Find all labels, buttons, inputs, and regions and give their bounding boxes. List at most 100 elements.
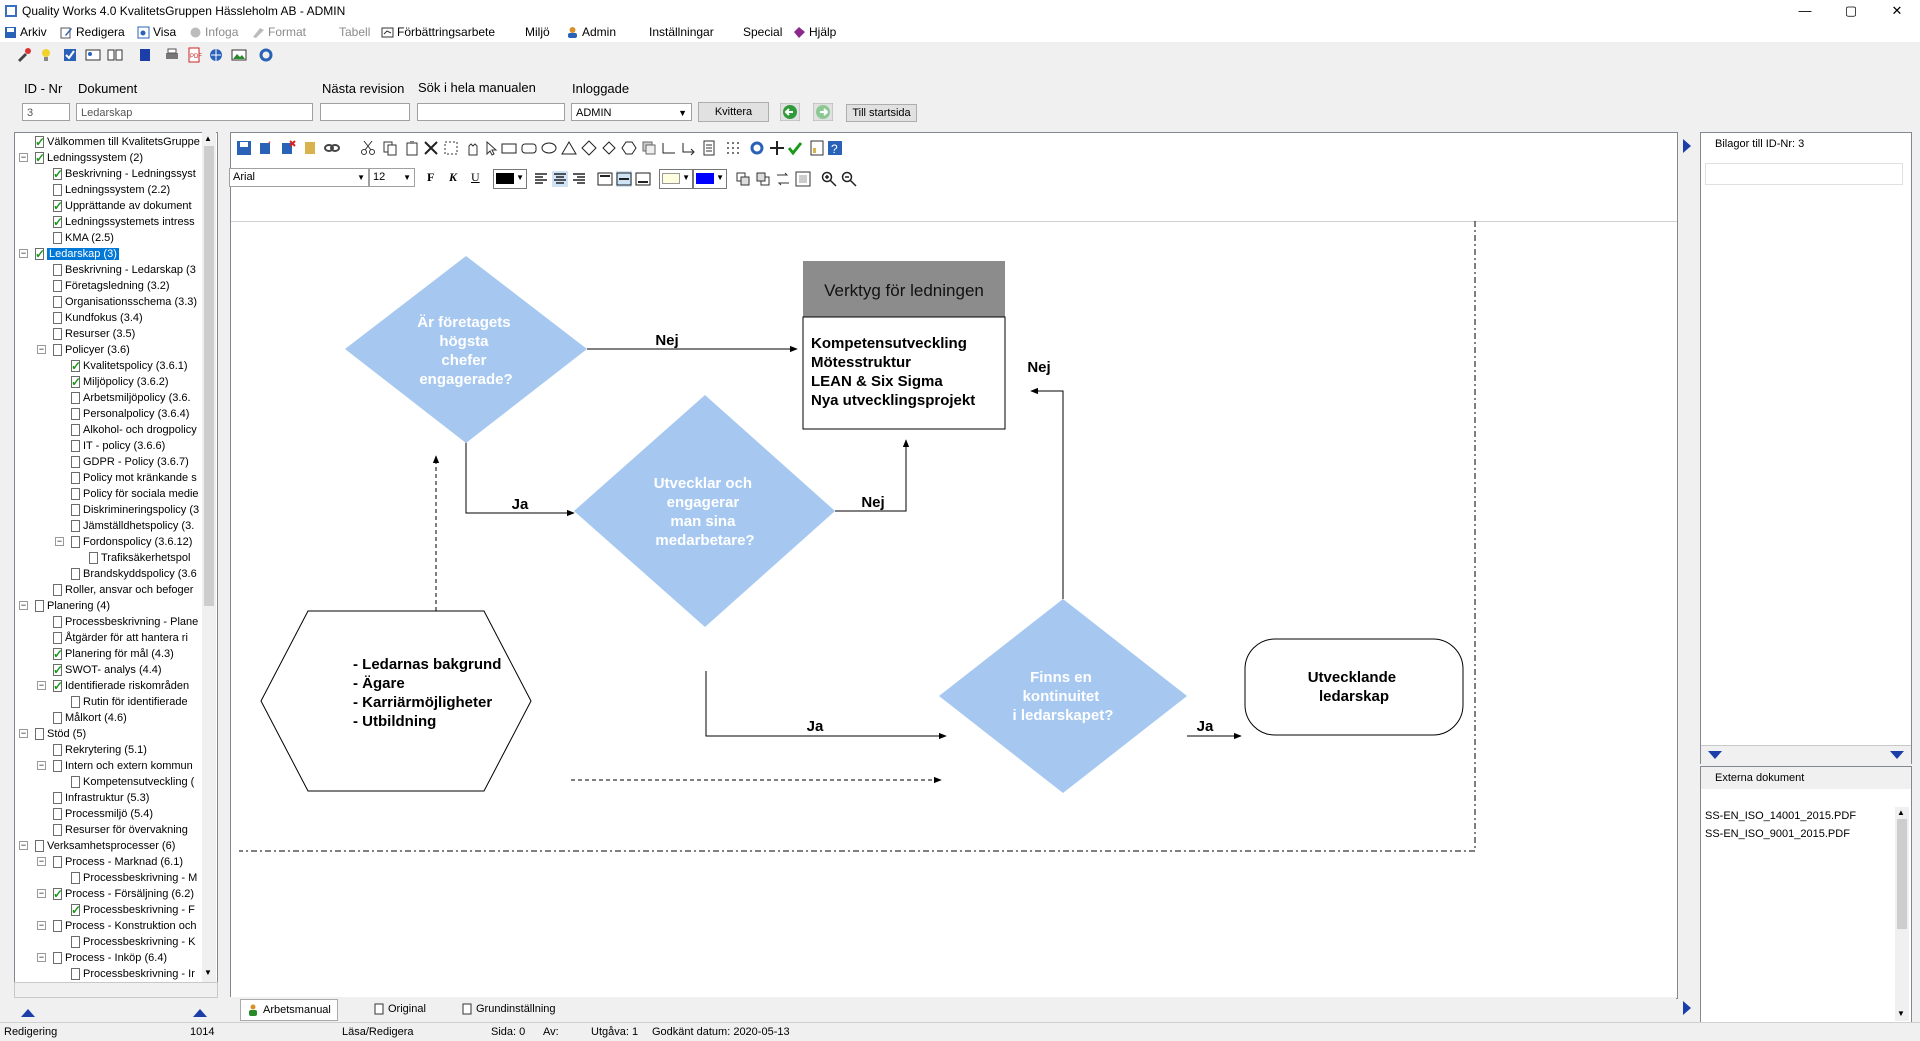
- tree-item[interactable]: Trafiksäkerhetspol: [89, 550, 190, 565]
- tree-item[interactable]: − Intern och extern kommun: [37, 758, 193, 773]
- tree-item[interactable]: Policy mot kränkande s: [71, 470, 197, 485]
- tree-item[interactable]: − Process - Konstruktion och: [37, 918, 196, 933]
- zoom-out-icon[interactable]: [841, 171, 857, 187]
- lightbulb-icon[interactable]: [38, 47, 54, 63]
- layers-icon[interactable]: [641, 140, 657, 156]
- collapse-icon[interactable]: −: [19, 601, 28, 610]
- tree-item[interactable]: IT - policy (3.6.6): [71, 438, 165, 453]
- triangle-tool-icon[interactable]: [561, 140, 577, 156]
- binder-icon[interactable]: [137, 47, 153, 63]
- save-icon[interactable]: [236, 140, 252, 156]
- zoom-in-icon[interactable]: [821, 171, 837, 187]
- grid-icon[interactable]: [725, 140, 741, 156]
- align-center-icon[interactable]: [552, 171, 568, 187]
- tree-item[interactable]: Infrastruktur (5.3): [53, 790, 149, 805]
- valign-middle-icon[interactable]: [616, 171, 632, 187]
- align-right-icon[interactable]: [571, 171, 587, 187]
- tab-arbetsmanual[interactable]: Arbetsmanual: [240, 999, 338, 1021]
- user-card-icon[interactable]: [85, 47, 101, 63]
- paste-format-icon[interactable]: [302, 140, 318, 156]
- report-icon[interactable]: [809, 140, 825, 156]
- document-input[interactable]: Ledarskap: [76, 103, 313, 121]
- external-doc-item[interactable]: SS-EN_ISO_9001_2015.PDF: [1705, 828, 1850, 840]
- diamond-tool-icon[interactable]: [581, 140, 597, 156]
- fill-color-picker[interactable]: ▼: [659, 169, 693, 189]
- collapse-icon[interactable]: −: [19, 153, 28, 162]
- close-icon[interactable]: [423, 140, 439, 156]
- book-icon[interactable]: [107, 47, 123, 63]
- tree-item[interactable]: Resurser (3.5): [53, 326, 135, 341]
- tools-icon[interactable]: [16, 47, 32, 63]
- line-color-picker[interactable]: ▼: [693, 169, 727, 189]
- tree-item[interactable]: − Fordonspolicy (3.6.12): [55, 534, 192, 549]
- menu-format[interactable]: Format: [252, 25, 306, 39]
- till-startsida-button[interactable]: Till startsida: [846, 104, 917, 122]
- next-revision-input[interactable]: [320, 103, 410, 121]
- tree-item[interactable]: ✓ Planering för mål (4.3): [53, 646, 174, 661]
- diamond-outline-icon[interactable]: [601, 140, 617, 156]
- logged-in-select[interactable]: ADMIN ▼: [571, 103, 692, 121]
- tree-item[interactable]: ✓ Upprättande av dokument: [53, 198, 192, 213]
- tree-item[interactable]: − Verksamhetsprocesser (6): [19, 838, 175, 853]
- tree-item[interactable]: Personalpolicy (3.6.4): [71, 406, 189, 421]
- scroll-up-icon[interactable]: ▲: [1897, 808, 1905, 817]
- tree-item[interactable]: Organisationsschema (3.3): [53, 294, 197, 309]
- hexagon-tool-icon[interactable]: [621, 140, 637, 156]
- valign-bottom-icon[interactable]: [635, 171, 651, 187]
- tree-item[interactable]: Roller, ansvar och befoger: [53, 582, 193, 597]
- pdf-icon[interactable]: PDF: [186, 47, 202, 63]
- outcome-terminator[interactable]: [1244, 638, 1464, 736]
- font-select[interactable]: Arial ▼: [229, 168, 369, 187]
- tree-item[interactable]: − ✓ Ledarskap (3): [19, 246, 119, 261]
- tree-item[interactable]: Diskrimineringspolicy (3: [71, 502, 199, 517]
- tree-item[interactable]: Kompetensutveckling (: [71, 774, 194, 789]
- tree-item[interactable]: Beskrivning - Ledarskap (3: [53, 262, 196, 277]
- external-docs-scrollbar[interactable]: ▲ ▼: [1895, 807, 1909, 1021]
- menu-installningar[interactable]: Inställningar: [649, 25, 714, 39]
- italic-icon[interactable]: K: [449, 170, 457, 185]
- bring-front-icon[interactable]: [735, 171, 751, 187]
- menu-special[interactable]: Special: [743, 25, 782, 39]
- tree-item[interactable]: − Stöd (5): [19, 726, 86, 741]
- menu-redigera[interactable]: Redigera: [60, 25, 125, 39]
- rounded-rect-tool-icon[interactable]: [521, 140, 537, 156]
- scroll-down-icon[interactable]: ▼: [204, 968, 212, 977]
- tree-item[interactable]: Policy för sociala medie: [71, 486, 199, 501]
- collapse-icon[interactable]: −: [37, 681, 46, 690]
- pointer-icon[interactable]: [483, 140, 499, 156]
- collapse-icon[interactable]: −: [19, 841, 28, 850]
- id-input[interactable]: 3: [22, 103, 70, 121]
- collapse-icon[interactable]: −: [55, 537, 64, 546]
- ellipse-tool-icon[interactable]: [541, 140, 557, 156]
- collapse-icon[interactable]: −: [19, 729, 28, 738]
- checkbox-icon[interactable]: [62, 47, 78, 63]
- tree-item[interactable]: Resurser för övervakning: [53, 822, 188, 837]
- tree-item[interactable]: ✓ Välkommen till KvalitetsGruppe: [35, 134, 200, 149]
- scroll-thumb[interactable]: [204, 146, 214, 606]
- document-icon[interactable]: [701, 140, 717, 156]
- scroll-thumb[interactable]: [1897, 819, 1907, 929]
- nav-down-icon[interactable]: [1707, 750, 1723, 760]
- tree-item[interactable]: Processbeskrivning - Ir: [71, 966, 195, 981]
- link-icon[interactable]: [324, 140, 340, 156]
- tree-item[interactable]: − ✓ Process - Försäljning (6.2): [37, 886, 194, 901]
- nav-up-icon[interactable]: [20, 1008, 36, 1018]
- move-icon[interactable]: [769, 140, 785, 156]
- tree-item[interactable]: − Process - Inköp (6.4): [37, 950, 167, 965]
- bold-icon[interactable]: F: [427, 170, 434, 185]
- tree-item[interactable]: ✓ Kvalitetspolicy (3.6.1): [71, 358, 188, 373]
- underline-icon[interactable]: U: [471, 170, 480, 185]
- cut-icon[interactable]: [360, 140, 376, 156]
- check-icon[interactable]: [787, 140, 803, 156]
- tree-item[interactable]: ✓ SWOT- analys (4.4): [53, 662, 162, 677]
- new-page-icon[interactable]: *: [258, 140, 274, 156]
- tree-item[interactable]: Åtgärder för att hantera ri: [53, 630, 188, 645]
- tree-item[interactable]: − ✓ Ledningssystem (2): [19, 150, 143, 165]
- tree-item[interactable]: ✓ Beskrivning - Ledningssyst: [53, 166, 196, 181]
- copy-icon[interactable]: [382, 140, 398, 156]
- collapse-icon[interactable]: −: [37, 857, 46, 866]
- collapse-icon[interactable]: −: [37, 889, 46, 898]
- collapse-icon[interactable]: −: [37, 953, 46, 962]
- collapse-icon[interactable]: −: [19, 249, 28, 258]
- tree-item[interactable]: Alkohol- och drogpolicy: [71, 422, 197, 437]
